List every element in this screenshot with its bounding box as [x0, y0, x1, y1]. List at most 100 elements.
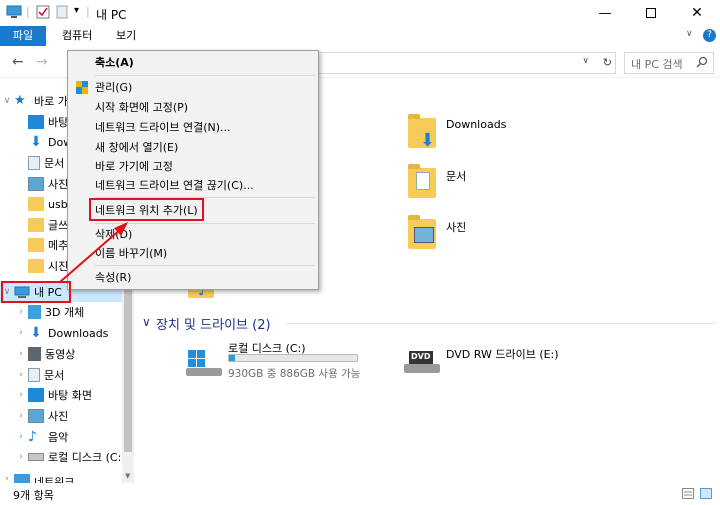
separator: | — [86, 5, 90, 18]
nav-label: 문서 — [44, 157, 65, 170]
expand-ribbon-icon[interactable]: ∨ — [686, 29, 693, 39]
local-disk-icon[interactable] — [184, 348, 224, 381]
scroll-down-icon[interactable]: ▼ — [125, 472, 130, 480]
menu-item-open-new-window[interactable]: 새 창에서 열기(E) — [68, 138, 318, 158]
drive-label-dvd[interactable]: DVD RW 드라이브 (E:) — [446, 346, 559, 362]
menu-item-pin-quick-access[interactable]: 바로 가기에 고정 — [68, 157, 318, 177]
download-arrow-icon: ⬇ — [30, 325, 42, 341]
properties-icon[interactable] — [36, 5, 50, 22]
star-icon: ★ — [14, 93, 26, 108]
customize-quick-access-icon[interactable]: ▾ — [74, 5, 79, 16]
search-input[interactable]: 내 PC 검색 — [624, 52, 714, 74]
menu-separator — [95, 223, 315, 224]
folder-icon — [28, 238, 44, 252]
folder-icon — [28, 197, 44, 211]
search-icon — [696, 56, 708, 71]
minimize-button[interactable]: — — [582, 0, 628, 26]
collapsed-chevron-icon[interactable]: › — [14, 307, 28, 317]
folder-label-downloads[interactable]: Downloads — [446, 118, 506, 131]
maximize-button[interactable] — [628, 0, 674, 26]
expand-chevron-icon[interactable]: ∨ — [0, 96, 14, 106]
tab-computer[interactable]: 컴퓨터 — [52, 26, 102, 46]
nav-label: 네트워크 — [34, 476, 75, 483]
nav-pc-local-disk[interactable]: › 로컬 디스크 (C:) — [14, 447, 134, 467]
video-icon — [28, 347, 41, 361]
nav-pc-desktop[interactable]: › 바탕 화면 — [14, 385, 134, 405]
item-count: 9개 항목 — [13, 489, 54, 502]
collapsed-chevron-icon[interactable]: › — [0, 474, 14, 483]
menu-item-disconnect-network-drive[interactable]: 네트워크 드라이브 연결 끊기(C)... — [68, 176, 318, 196]
this-pc-highlight-box — [1, 281, 71, 303]
collapsed-chevron-icon[interactable]: › — [14, 411, 28, 421]
pc-icon — [6, 5, 22, 22]
collapsed-chevron-icon[interactable]: › — [14, 390, 28, 400]
nav-pc-music[interactable]: › ♪ 음악 — [14, 427, 134, 447]
chevron-down-icon[interactable]: ∨ — [142, 315, 151, 329]
nav-pc-videos[interactable]: › 동영상 — [14, 344, 134, 364]
nav-pc-documents[interactable]: › 문서 — [14, 365, 134, 385]
drive-detail-local-disk: 930GB 중 886GB 사용 가능 — [228, 368, 361, 380]
nav-label: 시진 — [48, 260, 69, 273]
collapsed-chevron-icon[interactable]: › — [14, 370, 28, 380]
drives-section-header[interactable]: 장치 및 드라이브 (2) — [156, 314, 271, 333]
collapsed-chevron-icon[interactable]: › — [14, 328, 28, 338]
dvd-logo: DVD — [411, 352, 431, 361]
large-icons-view-icon[interactable] — [700, 488, 712, 502]
collapsed-chevron-icon[interactable]: › — [14, 452, 28, 462]
address-dropdown-icon[interactable]: ∨ — [582, 56, 589, 66]
menu-separator — [95, 75, 315, 76]
picture-icon — [28, 409, 44, 423]
menu-separator — [95, 265, 315, 266]
nav-label: 음악 — [48, 431, 69, 444]
tab-file[interactable]: 파일 — [0, 26, 46, 46]
collapsed-chevron-icon[interactable]: › — [14, 432, 28, 442]
nav-pc-pictures[interactable]: › 사진 — [14, 406, 134, 426]
new-folder-icon[interactable] — [56, 5, 68, 22]
details-view-icon[interactable] — [682, 488, 694, 502]
documents-folder-icon[interactable] — [408, 164, 436, 198]
desktop-icon — [28, 115, 44, 129]
folder-icon — [28, 259, 44, 273]
close-button[interactable]: ✕ — [674, 0, 720, 26]
menu-item-delete[interactable]: 삭제(D) — [68, 225, 318, 245]
nav-network[interactable]: › 네트워크 — [0, 474, 122, 483]
status-bar: 9개 항목 — [0, 483, 720, 505]
music-note-icon: ♪ — [28, 429, 37, 445]
nav-label: usb — [48, 197, 68, 211]
address-bar[interactable]: ∨ ↻ — [316, 52, 616, 74]
collapsed-chevron-icon[interactable]: › — [14, 349, 28, 359]
menu-item-map-network-drive[interactable]: 네트워크 드라이브 연결(N)... — [68, 118, 318, 138]
drive-icon — [28, 453, 44, 461]
menu-item-rename[interactable]: 이름 바꾸기(M) — [68, 244, 318, 264]
context-menu: 축소(A) 관리(G) 시작 화면에 고정(P) 네트워크 드라이브 연결(N)… — [67, 50, 319, 290]
nav-label: 문서 — [44, 369, 65, 382]
downloads-folder-icon[interactable]: ⬇ — [408, 114, 436, 151]
back-arrow-icon[interactable]: ← — [12, 54, 24, 70]
nav-label: 글쓰 — [48, 219, 69, 232]
folder-label-pictures[interactable]: 사진 — [446, 219, 466, 235]
pictures-folder-icon[interactable] — [408, 215, 436, 249]
title-bar: | ▾ | 내 PC — ✕ — [0, 0, 720, 26]
menu-item-properties[interactable]: 속성(R) — [68, 268, 318, 288]
menu-item-manage[interactable]: 관리(G) — [68, 78, 318, 98]
document-icon — [416, 172, 430, 190]
folder-label-documents[interactable]: 문서 — [446, 168, 466, 184]
help-icon[interactable]: ? — [703, 29, 716, 42]
drive-usage-bar — [228, 354, 358, 362]
nav-label: 동영상 — [45, 348, 76, 361]
forward-arrow-icon[interactable]: → — [36, 54, 48, 70]
window-title: 내 PC — [96, 8, 127, 22]
nav-pc-downloads[interactable]: › ⬇ Downloads — [14, 323, 134, 343]
menu-item-collapse[interactable]: 축소(A) — [68, 53, 318, 73]
refresh-icon[interactable]: ↻ — [603, 56, 612, 69]
nav-pc-3d-objects[interactable]: › 3D 개체 — [14, 302, 134, 322]
dvd-drive-icon[interactable]: DVD — [402, 342, 442, 379]
network-icon — [14, 474, 30, 483]
tab-view[interactable]: 보기 — [106, 26, 146, 46]
download-arrow-icon: ⬇ — [30, 134, 42, 150]
desktop-icon — [28, 388, 44, 402]
picture-icon — [28, 177, 44, 191]
nav-label: Downloads — [48, 326, 109, 340]
menu-item-pin-to-start[interactable]: 시작 화면에 고정(P) — [68, 98, 318, 118]
nav-label: 바탕 화면 — [48, 389, 92, 402]
